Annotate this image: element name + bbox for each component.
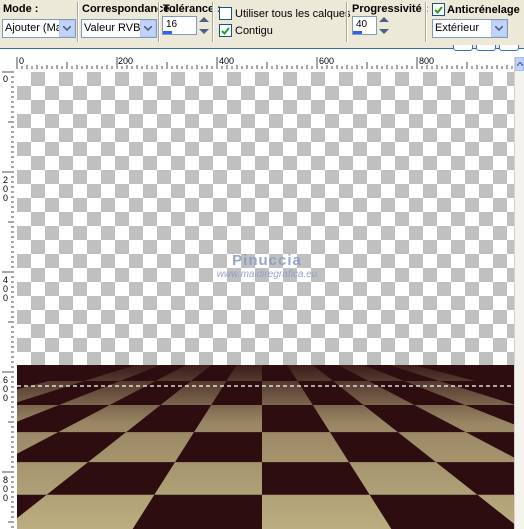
watermark: Pinuccia www.maidiregrafica.eu: [167, 252, 367, 280]
maximize-button[interactable]: [476, 45, 496, 51]
ruler-label: 600: [319, 57, 335, 66]
separator: [212, 2, 214, 42]
feather-value: 40: [356, 19, 368, 30]
tolerance-input[interactable]: 16: [162, 16, 197, 35]
chevron-up-icon: [516, 62, 523, 66]
antialias-mode-select[interactable]: Extérieur: [432, 19, 508, 38]
separator: [77, 2, 79, 42]
minimize-button[interactable]: [453, 45, 473, 51]
checkmark-icon: [434, 5, 443, 14]
separator: [425, 2, 427, 42]
ruler-label: 600: [3, 375, 9, 403]
use-all-layers-checkbox[interactable]: [219, 7, 232, 20]
ruler-label: 800: [3, 475, 9, 503]
separator: [346, 2, 348, 42]
ruler-label: 0: [19, 57, 25, 66]
image-canvas[interactable]: Pinuccia www.maidiregrafica.eu: [17, 72, 514, 529]
horizontal-ruler-ticks: [16, 57, 518, 69]
close-button[interactable]: [499, 45, 519, 51]
chevron-down-icon[interactable]: [140, 20, 156, 37]
ruler-label: 200: [3, 175, 9, 203]
tolerance-level-bar: [163, 31, 172, 34]
feather-spinner[interactable]: [378, 17, 390, 35]
contiguous-label: Contigu: [235, 25, 273, 37]
mode-label: Mode :: [3, 3, 39, 15]
separator: [158, 2, 160, 42]
tolerance-value: 16: [166, 19, 178, 30]
ruler-label: 400: [219, 57, 235, 66]
selection-marquee: [17, 385, 514, 387]
use-all-layers-label: Utiliser tous les calques: [235, 8, 351, 20]
feather-input[interactable]: 40: [352, 16, 377, 35]
antialias-checkbox[interactable]: [432, 3, 445, 16]
vertical-scrollbar[interactable]: [514, 57, 524, 529]
feather-level-bar: [353, 31, 362, 34]
vertical-ruler[interactable]: 0 200 400 600 800: [2, 69, 14, 529]
transparent-area: [17, 72, 514, 365]
chevron-down-icon[interactable]: [59, 20, 75, 37]
tool-options-bar: Mode : Ajouter (Maj) Correspondance : Va…: [0, 0, 524, 48]
ruler-corner: [2, 57, 14, 69]
chevron-down-icon[interactable]: [491, 20, 507, 37]
tolerance-spinner[interactable]: [198, 17, 210, 35]
ruler-label: 400: [3, 275, 9, 303]
contiguous-checkbox[interactable]: [219, 24, 232, 37]
antialias-mode-value: Extérieur: [435, 22, 480, 34]
image-window: 0 200 400 600 800 0 200 400 600 800 Pinu…: [0, 45, 524, 529]
watermark-url: www.maidiregrafica.eu: [216, 269, 318, 280]
feather-label: Progressivité :: [352, 3, 429, 15]
horizontal-ruler[interactable]: 0 200 400 600 800: [14, 57, 520, 69]
scroll-up-button[interactable]: [515, 57, 524, 71]
ruler-label: 200: [118, 57, 134, 66]
antialias-label: Anticrénelage: [447, 4, 520, 16]
watermark-title: Pinuccia: [232, 252, 302, 269]
ruler-label: 800: [419, 57, 435, 66]
match-mode-select[interactable]: Valeur RVB: [81, 19, 157, 38]
match-mode-value: Valeur RVB: [84, 22, 141, 34]
ruler-label: 0: [3, 74, 9, 84]
mode-select[interactable]: Ajouter (Maj): [2, 19, 76, 38]
checkmark-icon: [221, 26, 230, 35]
